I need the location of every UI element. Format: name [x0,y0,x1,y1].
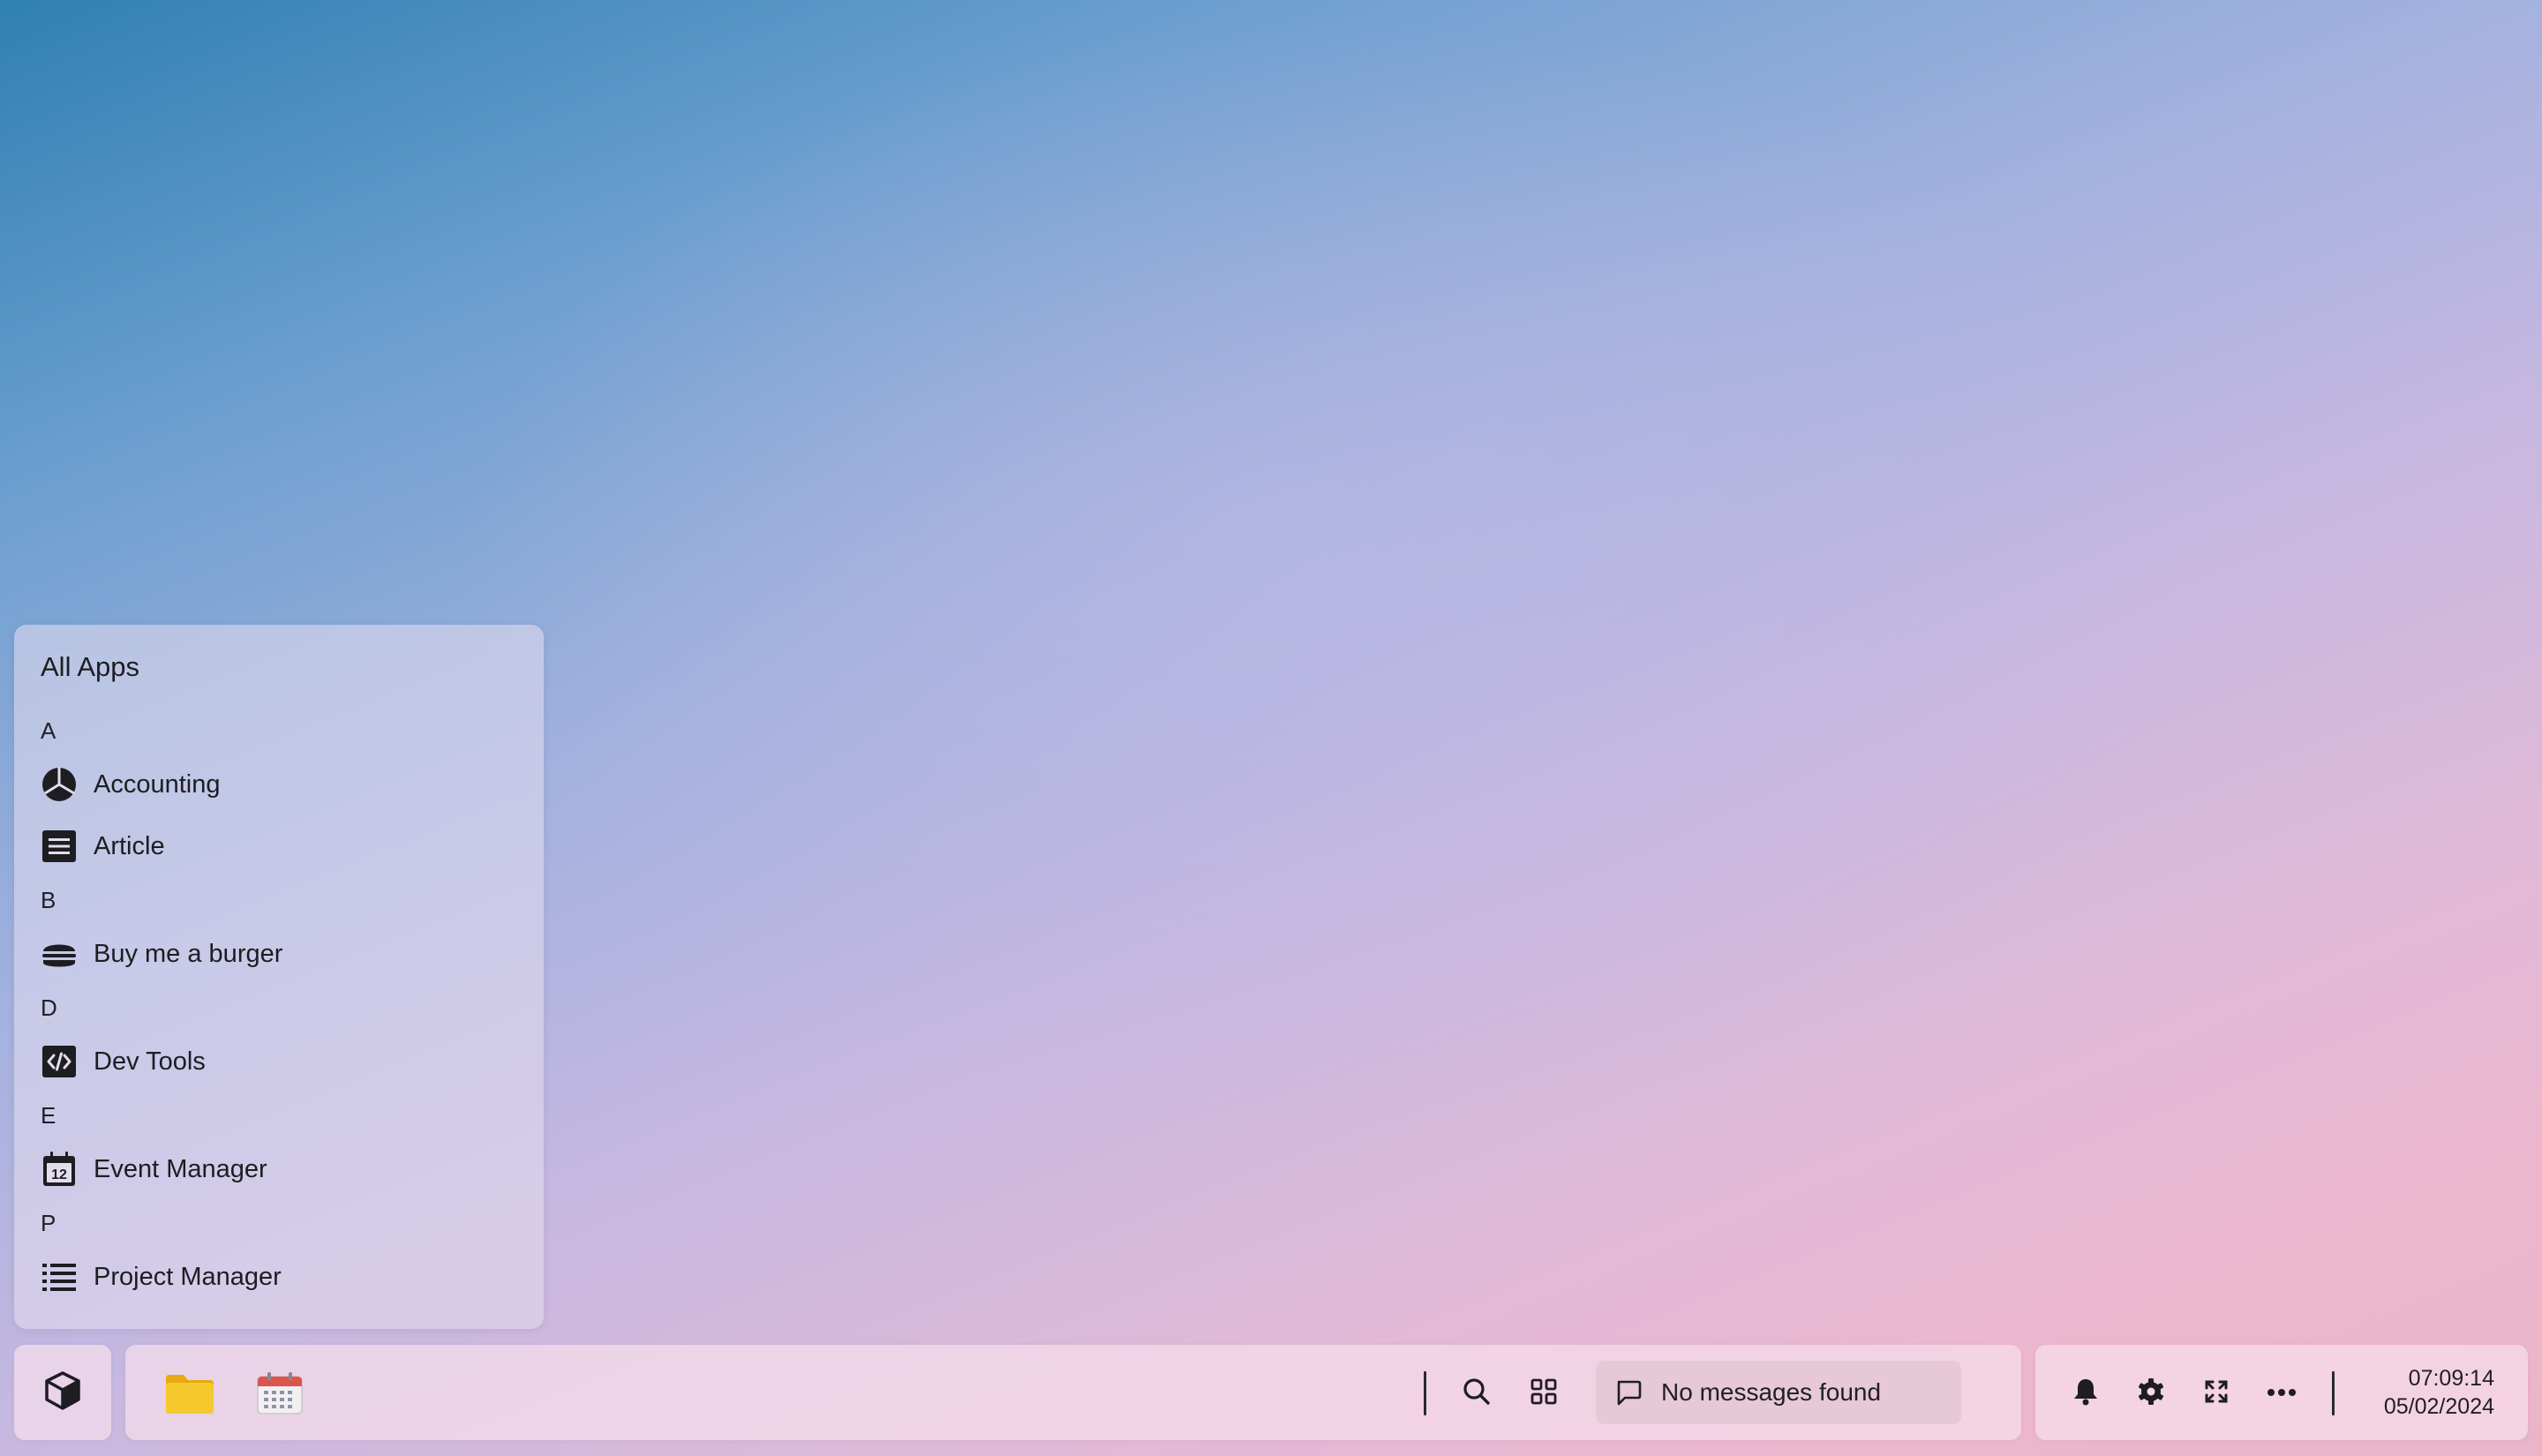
clock[interactable]: 07:09:14 05/02/2024 [2384,1364,2494,1421]
start-button[interactable] [14,1345,111,1440]
all-apps-panel: All Apps A Accounting Article B Buy me a… [14,625,544,1329]
pinned-files-app[interactable] [164,1371,214,1415]
apps-grid-button[interactable] [1523,1373,1564,1414]
burger-icon [41,935,78,972]
apps-list: A Accounting Article B Buy me a burger D… [14,708,544,1308]
section-letter-d: D [41,994,57,1021]
more-button[interactable] [2261,1373,2302,1414]
fullscreen-icon [2204,1379,2229,1408]
app-item-event-manager[interactable]: 12 Event Manager [14,1138,544,1200]
app-label-event-manager: Event Manager [94,1154,267,1183]
calendar-12-icon: 12 [41,1151,78,1188]
article-icon [41,828,78,865]
calendar-icon [256,1372,304,1419]
app-item-dev-tools[interactable]: Dev Tools [14,1031,544,1092]
taskbar: No messages found [125,1345,2021,1440]
desktop: All Apps A Accounting Article B Buy me a… [0,0,2542,1456]
taskbar-divider [1424,1371,1426,1415]
section-letter-e: E [41,1102,56,1129]
app-label-buy-me-a-burger: Buy me a burger [94,939,283,968]
app-item-accounting[interactable]: Accounting [14,754,544,815]
app-item-project-manager[interactable]: Project Manager [14,1246,544,1308]
messages-status-text: No messages found [1661,1378,1882,1406]
app-item-buy-me-a-burger[interactable]: Buy me a burger [14,923,544,985]
bell-icon [2072,1377,2099,1410]
app-label-accounting: Accounting [94,769,221,799]
app-label-article: Article [94,831,165,860]
clock-date: 05/02/2024 [2383,1394,2494,1419]
section-letter-b: B [41,887,56,913]
clock-time: 07:09:14 [2408,1366,2494,1391]
all-apps-title: All Apps [41,651,140,682]
settings-button[interactable] [2131,1373,2171,1414]
tray-divider [2332,1371,2335,1415]
gear-icon [2137,1377,2165,1410]
messages-button[interactable]: No messages found [1596,1361,1961,1424]
section-letter-a: A [41,717,56,744]
grid-icon [1530,1378,1557,1409]
notifications-button[interactable] [2065,1373,2106,1414]
search-button[interactable] [1456,1373,1497,1414]
svg-text:12: 12 [51,1167,67,1182]
chat-bubble-icon [1613,1377,1643,1407]
code-icon [41,1043,78,1080]
cube-icon [43,1370,82,1415]
app-label-project-manager: Project Manager [94,1262,282,1291]
app-item-article[interactable]: Article [14,815,544,877]
list-icon [41,1258,78,1295]
more-icon [2267,1385,2297,1401]
section-letter-p: P [41,1210,56,1236]
pie-chart-icon [41,766,78,803]
pinned-calendar-app[interactable] [256,1371,304,1415]
app-label-dev-tools: Dev Tools [94,1047,206,1076]
fullscreen-button[interactable] [2196,1373,2237,1414]
system-tray: 07:09:14 05/02/2024 [2035,1345,2528,1440]
folder-icon [164,1375,215,1419]
search-icon [1462,1377,1492,1411]
